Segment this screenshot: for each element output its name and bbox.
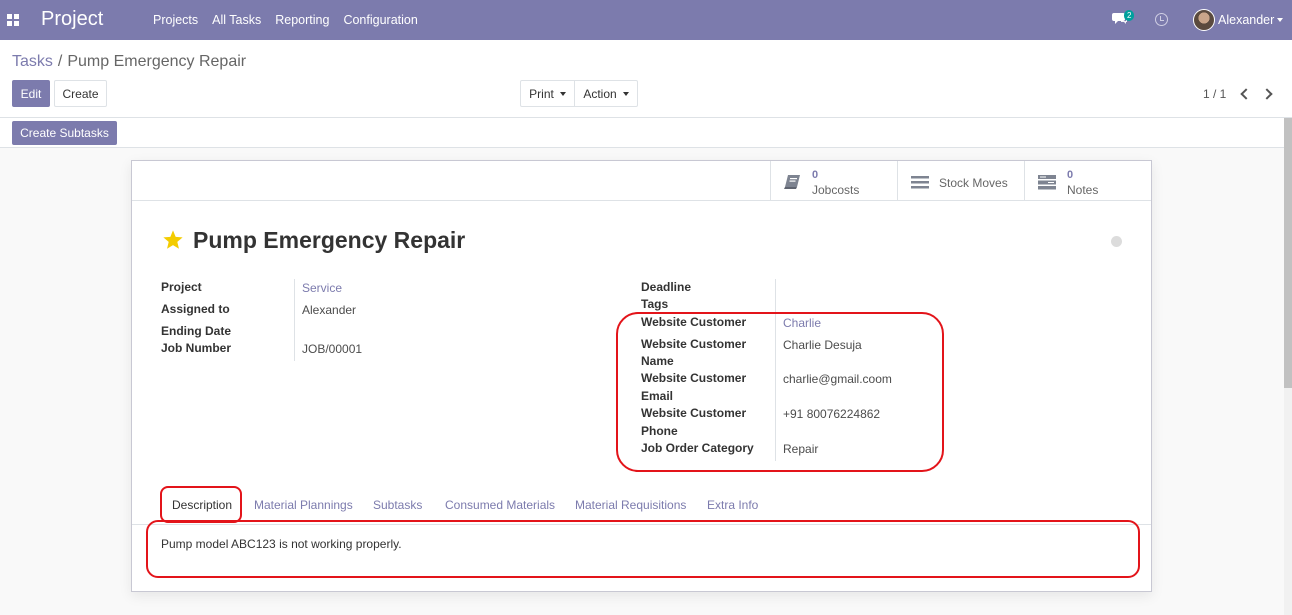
create-subtasks-button[interactable]: Create Subtasks (12, 121, 117, 145)
breadcrumb-separator: / (57, 53, 63, 70)
edit-button[interactable]: Edit (12, 80, 50, 107)
user-menu-caret-icon[interactable] (1277, 18, 1283, 22)
notes-smart-button[interactable]: 0 Notes (1024, 161, 1151, 200)
jobcosts-smart-button[interactable]: 0 Jobcosts (770, 161, 897, 200)
breadcrumb-current: Pump Emergency Repair (67, 53, 247, 70)
user-name[interactable]: Alexander (1218, 13, 1274, 27)
caret-down-icon (559, 91, 566, 96)
action-label: Action (583, 86, 617, 101)
annotation-description-tab (160, 486, 242, 523)
chat-count-badge: 2 (1124, 10, 1135, 21)
menu-all-tasks[interactable]: All Tasks (205, 13, 268, 27)
left-group-divider (294, 279, 295, 361)
menu-reporting[interactable]: Reporting (268, 13, 336, 27)
scrollbar-thumb[interactable] (1284, 118, 1292, 388)
jobcosts-label: Jobcosts (812, 183, 860, 197)
ending-date-label: Ending Date (161, 324, 232, 338)
tab-material-requisitions[interactable]: Material Requisitions (575, 498, 686, 512)
create-button[interactable]: Create (54, 80, 107, 107)
smart-button-box: 0 Jobcosts Stock Moves 0 Notes (132, 161, 1151, 201)
assigned-to-label: Assigned to (161, 302, 230, 316)
notes-label: Notes (1067, 183, 1099, 197)
server-notes-icon (1038, 175, 1056, 190)
print-label: Print (529, 86, 554, 101)
edit-button-label: Edit (20, 86, 42, 101)
tab-extra-info[interactable]: Extra Info (707, 498, 758, 512)
stock-moves-smart-button[interactable]: Stock Moves (897, 161, 1024, 200)
job-number-value: JOB/00001 (302, 342, 363, 356)
pager-previous-icon[interactable] (1240, 88, 1252, 100)
jobcosts-count: 0 (812, 169, 819, 181)
priority-star-icon[interactable] (162, 229, 184, 251)
top-navbar: Project Projects All Tasks Reporting Con… (0, 0, 1292, 40)
notes-count: 0 (1067, 169, 1074, 181)
assigned-to-value: Alexander (302, 303, 357, 317)
caret-down-icon (622, 91, 629, 96)
annotation-description-box (146, 520, 1140, 578)
breadcrumb-tasks[interactable]: Tasks (12, 53, 53, 70)
kanban-state-icon[interactable] (1111, 236, 1122, 247)
stock-moves-label: Stock Moves (939, 176, 1008, 190)
project-label: Project (161, 280, 202, 294)
form-sheet: 0 Jobcosts Stock Moves 0 Notes Pump Emer… (131, 160, 1152, 592)
create-subtasks-label: Create Subtasks (20, 126, 109, 140)
project-value[interactable]: Service (302, 280, 342, 297)
tab-material-plannings[interactable]: Material Plannings (254, 498, 353, 512)
menu-projects[interactable]: Projects (146, 13, 205, 27)
book-icon (784, 175, 800, 189)
create-button-label: Create (62, 86, 99, 101)
tab-consumed-materials[interactable]: Consumed Materials (445, 498, 555, 512)
task-title: Pump Emergency Repair (193, 227, 466, 253)
main-menu: Projects All Tasks Reporting Configurati… (146, 0, 425, 40)
deadline-label: Deadline (641, 280, 692, 294)
print-dropdown[interactable]: Print (520, 80, 575, 107)
tags-label: Tags (641, 297, 669, 311)
form-statusbar: Create Subtasks (0, 118, 1284, 148)
tab-subtasks[interactable]: Subtasks (373, 498, 422, 512)
action-dropdown[interactable]: Action (574, 80, 638, 107)
menu-configuration[interactable]: Configuration (336, 13, 424, 27)
list-bars-icon (911, 176, 929, 189)
control-panel: Tasks / Pump Emergency Repair Edit Create … (0, 40, 1292, 118)
breadcrumb: Tasks / Pump Emergency Repair (12, 53, 246, 71)
annotation-customer-fields (616, 312, 944, 472)
app-brand: Project (41, 8, 104, 30)
apps-menu-icon[interactable] (7, 14, 19, 26)
pager-next-icon[interactable] (1261, 88, 1273, 100)
job-number-label: Job Number (161, 341, 232, 355)
pager-value[interactable]: 1 / 1 (1203, 87, 1226, 101)
user-avatar[interactable] (1193, 9, 1215, 31)
activity-clock-icon[interactable] (1155, 13, 1168, 26)
